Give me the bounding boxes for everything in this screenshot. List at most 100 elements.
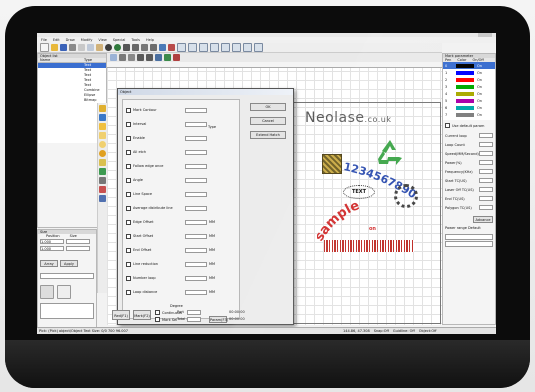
- zoom-fit-icon[interactable]: [199, 43, 208, 52]
- select-icon[interactable]: [99, 105, 106, 112]
- refresh-icon[interactable]: [254, 43, 263, 52]
- y-position-field[interactable]: 1.000: [40, 246, 64, 251]
- barcode[interactable]: [324, 240, 414, 252]
- pen-onoff[interactable]: On: [477, 85, 482, 89]
- pen-row[interactable]: 3 On: [443, 83, 495, 90]
- param-field[interactable]: [479, 160, 493, 165]
- dialog-setting-field[interactable]: [185, 205, 207, 211]
- pen-row[interactable]: 4 On: [443, 90, 495, 97]
- continuous-checkbox[interactable]: [155, 310, 160, 315]
- text-icon[interactable]: [99, 123, 106, 130]
- dialog-setting-field[interactable]: [185, 275, 207, 281]
- dialog-setting-field[interactable]: [185, 149, 207, 155]
- pen-row[interactable]: 0 On: [443, 62, 495, 69]
- dialog-setting-field[interactable]: [185, 233, 207, 239]
- pen-row[interactable]: 1 On: [443, 69, 495, 76]
- convert-curve-icon[interactable]: [173, 54, 180, 61]
- param-field[interactable]: [479, 169, 493, 174]
- menu-tools[interactable]: Tools: [131, 38, 140, 42]
- text-input-field[interactable]: [40, 303, 94, 319]
- column-color[interactable]: Color: [457, 58, 466, 62]
- mirror-icon[interactable]: [141, 44, 148, 51]
- pen-onoff[interactable]: On: [477, 71, 482, 75]
- dialog-setting-field[interactable]: [185, 219, 207, 225]
- pen-color-swatch[interactable]: [456, 84, 474, 89]
- column-type[interactable]: Type: [84, 58, 92, 62]
- circle-icon[interactable]: [99, 141, 106, 148]
- menu-modify[interactable]: Modify: [81, 38, 93, 42]
- dialog-setting-field[interactable]: [185, 247, 207, 253]
- group-icon[interactable]: [119, 54, 126, 61]
- dialog-cancel-button[interactable]: Cancel: [250, 117, 286, 125]
- ungroup-icon[interactable]: [128, 54, 135, 61]
- paste-icon[interactable]: [96, 44, 103, 51]
- bold-icon[interactable]: [57, 285, 71, 299]
- menu-edit[interactable]: Edit: [53, 38, 60, 42]
- dialog-extend-button[interactable]: Extend Hatch: [250, 131, 286, 139]
- dialog-setting-field[interactable]: [185, 163, 207, 169]
- align-right-icon[interactable]: [146, 54, 153, 61]
- zoom-select-icon[interactable]: [210, 43, 219, 52]
- pen-color-swatch[interactable]: [456, 105, 474, 110]
- flip-icon[interactable]: [150, 44, 157, 51]
- port-icon[interactable]: [99, 195, 106, 202]
- dialog-checkbox[interactable]: [126, 107, 131, 113]
- font-select[interactable]: [40, 273, 94, 279]
- cut-icon[interactable]: [78, 44, 85, 51]
- param-field[interactable]: [479, 133, 493, 138]
- dialog-setting-field[interactable]: [185, 121, 207, 127]
- dialog-checkbox[interactable]: [126, 163, 131, 169]
- bitmap-icon[interactable]: [99, 168, 106, 175]
- param-field[interactable]: [479, 205, 493, 210]
- dialog-checkbox[interactable]: [126, 261, 131, 267]
- pen-row[interactable]: 2 On: [443, 76, 495, 83]
- object-list-row[interactable]: Bitmap: [38, 98, 106, 103]
- menu-file[interactable]: File: [41, 38, 47, 42]
- status-object[interactable]: Object:Off: [419, 329, 437, 333]
- dialog-checkbox[interactable]: [126, 247, 131, 253]
- align-top-icon[interactable]: [155, 54, 162, 61]
- pen-color-swatch[interactable]: [456, 112, 474, 117]
- pan-icon[interactable]: [243, 43, 252, 52]
- red-button[interactable]: Red(F1): [112, 310, 130, 320]
- open-folder-icon[interactable]: [51, 44, 58, 51]
- menu-draw[interactable]: Draw: [66, 38, 75, 42]
- barcode-icon[interactable]: [99, 177, 106, 184]
- x-position-field[interactable]: 1.000: [40, 239, 64, 244]
- node-edit-icon[interactable]: [132, 44, 139, 51]
- menu-special[interactable]: Special: [113, 38, 126, 42]
- zoom-all-icon[interactable]: [232, 43, 241, 52]
- power-range-field[interactable]: [445, 234, 493, 240]
- total-field[interactable]: [187, 317, 201, 322]
- rectangle-icon[interactable]: [99, 132, 106, 139]
- new-file-icon[interactable]: [40, 43, 49, 52]
- zoom-page-icon[interactable]: [221, 43, 230, 52]
- status-guides[interactable]: Guidline: Off: [393, 329, 415, 333]
- dialog-setting-field[interactable]: [185, 191, 207, 197]
- rotate-icon[interactable]: [159, 44, 166, 51]
- pen-row[interactable]: 7 On: [443, 111, 495, 118]
- ellipse-icon[interactable]: [99, 150, 106, 157]
- logo-text[interactable]: Neolase.co.uk: [305, 110, 391, 126]
- pen-onoff[interactable]: On: [477, 106, 482, 110]
- dialog-checkbox[interactable]: [126, 205, 131, 211]
- pen-onoff[interactable]: On: [477, 92, 482, 96]
- pen-color-swatch[interactable]: [456, 77, 474, 82]
- timer-icon[interactable]: [99, 186, 106, 193]
- dialog-checkbox[interactable]: [126, 233, 131, 239]
- pen-color-swatch[interactable]: [456, 91, 474, 96]
- param-field[interactable]: [479, 187, 493, 192]
- dialog-setting-field[interactable]: [185, 261, 207, 267]
- dialog-setting-field[interactable]: [185, 177, 207, 183]
- dialog-checkbox[interactable]: [126, 275, 131, 281]
- align-left-icon[interactable]: [137, 54, 144, 61]
- dialog-setting-field[interactable]: [185, 289, 207, 295]
- polygon-icon[interactable]: [99, 159, 106, 166]
- column-onoff[interactable]: On/Off: [473, 58, 484, 62]
- param-field[interactable]: [479, 142, 493, 147]
- pen-onoff[interactable]: On: [477, 99, 482, 103]
- status-snap[interactable]: Snap:Off: [374, 329, 389, 333]
- align-icon[interactable]: [168, 44, 175, 51]
- height-field[interactable]: [66, 246, 90, 251]
- curve-icon[interactable]: [99, 114, 106, 121]
